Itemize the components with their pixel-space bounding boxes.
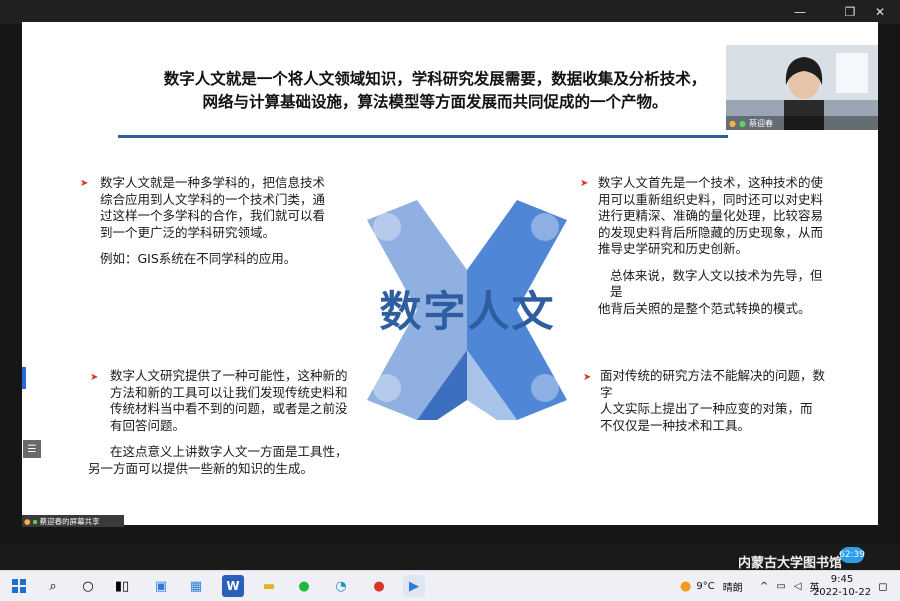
text-line: 方法和新的工具可以让我们发现传统史料和 <box>110 384 348 400</box>
atom-icon <box>373 213 401 241</box>
meeting-app-icon[interactable]: ▶ <box>403 575 425 597</box>
weather-widget[interactable]: ● 9°C 晴朗 <box>680 571 743 601</box>
text-line: 的发现史料背后所隐藏的历史现象，从而 <box>598 224 824 240</box>
participant-name-bar: ● ● 蔡迎春 <box>726 116 878 130</box>
text-line: 进行更精深、准确的量化处理，比较容易 <box>598 208 824 223</box>
summary-line: 另一方面可以提供一些新的知识的生成。 <box>88 460 314 476</box>
text-line: 不仅仅是一种技术和工具。 <box>600 417 751 433</box>
timer-badge[interactable]: 62:39 <box>839 547 865 563</box>
widgets-icon[interactable]: ▣ <box>150 575 172 597</box>
watermark-text: 内蒙古大学图书馆 <box>738 552 842 571</box>
wechat-icon[interactable]: ● <box>293 575 315 597</box>
app-red-icon[interactable]: ● <box>368 575 390 597</box>
menu-icon[interactable]: ☰ <box>23 440 41 458</box>
text-line: 数字人文首先是一个技术，这种技术的使 <box>598 175 824 190</box>
window-titlebar: — ❐ ✕ <box>0 0 900 24</box>
bullet-arrow-icon: ➤ <box>80 178 89 189</box>
slide-title-line1: 数字人文就是一个将人文领域知识，学科研究发展需要，数据收集及分析技术， <box>163 70 707 88</box>
example-line: 例如：GIS系统在不同学科的应用。 <box>100 251 297 266</box>
target-icon <box>531 213 559 241</box>
text-line: 传统材料当中看不到的问题，或者是之前没 <box>110 401 348 416</box>
mic-icon: ● <box>738 118 746 128</box>
screen-share-bar[interactable]: ● ▪ 蔡迎春的屏幕共享 <box>22 515 124 527</box>
text-line: 数字人文就是一种多学科的，把信息技术 <box>100 175 326 190</box>
close-icon[interactable]: ✕ <box>860 0 900 24</box>
bottom-right-block: 面对传统的研究方法不能解决的问题，数字 人文实际上提出了一种应变的对策，而 不仅… <box>600 368 835 434</box>
task-view-icon[interactable]: ▮▯ <box>111 575 133 597</box>
system-tray[interactable]: ^ ▭ ◁ 英 <box>760 571 820 601</box>
clock-date: 2022-10-22 <box>812 587 872 598</box>
text-line: 人文实际上提出了一种应变的对策，而 <box>600 401 813 416</box>
presentation-icon <box>373 374 401 402</box>
text-line: 综合应用到人文学科的一个技术门类，通 <box>100 191 326 207</box>
sun-icon: ● <box>680 578 692 594</box>
clock-time: 9:45 <box>830 574 854 585</box>
center-label: 数字人文 <box>379 287 556 336</box>
summary-line: 总体来说，数字人文以技术为先导，但是 <box>610 267 823 300</box>
text-line: 面对传统的研究方法不能解决的问题，数字 <box>600 368 826 400</box>
top-right-block: 数字人文首先是一个技术，这种技术的使 用可以重新组织史料，同时还可以对史料 进行… <box>598 175 833 317</box>
store-icon[interactable]: ▦ <box>185 575 207 597</box>
word-icon[interactable]: W <box>222 575 244 597</box>
summary-line: 他背后关照的是整个范式转换的模式。 <box>598 300 811 316</box>
watermark-label: 内蒙古大学图书馆 <box>738 556 843 571</box>
participant-name: 蔡迎春 <box>748 118 773 128</box>
participant-video[interactable]: ● ● 蔡迎春 <box>726 45 878 130</box>
windows-start-icon[interactable] <box>8 575 30 597</box>
chevron-up-icon[interactable]: ^ <box>760 581 768 592</box>
clock[interactable]: 9:45 2022-10-22 <box>812 573 872 599</box>
text-line: 有回答问题。 <box>110 417 186 433</box>
bottom-left-block: 数字人文研究提供了一种可能性，这种新的 方法和新的工具可以让我们发现传统史料和 … <box>110 368 360 434</box>
slide-title: 数字人文就是一个将人文领域知识，学科研究发展需要，数据收集及分析技术， 网络与计… <box>150 68 720 114</box>
screen-icon: ▪ <box>32 516 38 526</box>
text-line: 推导史学研究和历史创新。 <box>598 241 749 256</box>
weather-desc: 晴朗 <box>722 582 743 594</box>
cortana-icon[interactable]: ○ <box>77 575 99 597</box>
user-icon: ● <box>729 118 736 128</box>
network-icon[interactable]: ▭ <box>776 581 785 592</box>
slide-title-line2: 网络与计算基础设施，算法模型等方面发展而共同促成的一个产物。 <box>202 93 668 111</box>
notification-icon[interactable]: ◻ <box>872 575 894 597</box>
text-line: 用可以重新组织史料，同时还可以对史料 <box>598 191 824 207</box>
text-line: 过这样一个多学科的合作，我们就可以看 <box>100 208 326 223</box>
slide-left-marker <box>22 367 26 389</box>
window-shape <box>836 53 868 93</box>
user-icon: ● <box>24 516 31 526</box>
search-icon[interactable]: ⌕ <box>42 575 64 597</box>
bullet-arrow-icon: ➤ <box>90 372 99 383</box>
edge-icon[interactable]: ◔ <box>330 575 352 597</box>
taskbar: ⌕ ○ ▮▯ ▣ ▦ W ▬ ● ◔ ● ▶ ● 9°C 晴朗 ^ ▭ ◁ 英 … <box>0 570 900 601</box>
bullet-arrow-icon: ➤ <box>580 178 589 189</box>
screen-share-label: 蔡迎春的屏幕共享 <box>39 516 100 526</box>
volume-icon[interactable]: ◁ <box>794 581 802 592</box>
minimize-icon[interactable]: — <box>780 0 820 24</box>
title-underline <box>118 135 728 138</box>
top-left-block: 数字人文就是一种多学科的，把信息技术 综合应用到人文学科的一个技术门类，通 过这… <box>100 175 350 268</box>
bullet-arrow-icon: ➤ <box>583 372 592 383</box>
weather-temp: 9°C <box>696 580 715 592</box>
bottom-left-summary: 在这点意义上讲数字人文一方面是工具性， 另一方面可以提供一些新的知识的生成。 <box>88 444 358 477</box>
layers-icon <box>531 374 559 402</box>
text-line: 到一个更广泛的学科研究领域。 <box>100 224 276 240</box>
file-explorer-icon[interactable]: ▬ <box>258 575 280 597</box>
text-line: 数字人文研究提供了一种可能性，这种新的 <box>110 368 348 383</box>
summary-line: 在这点意义上讲数字人文一方面是工具性， <box>110 444 348 459</box>
